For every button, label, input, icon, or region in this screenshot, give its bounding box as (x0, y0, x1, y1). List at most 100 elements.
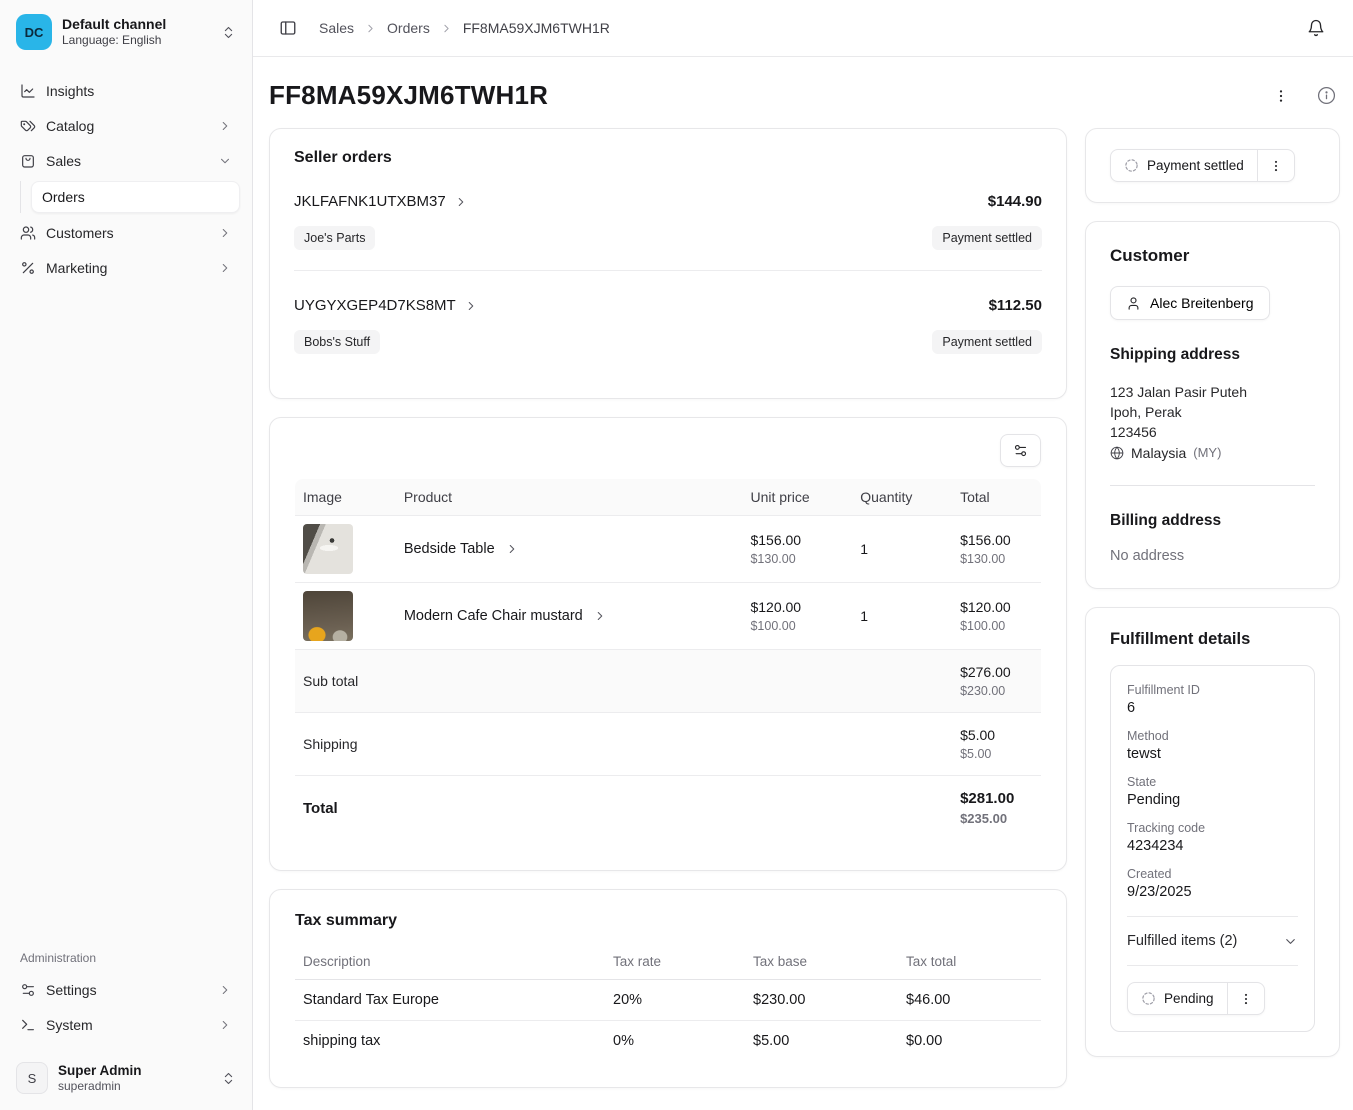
quantity-value: 1 (860, 541, 868, 557)
status-badge: Payment settled (932, 226, 1042, 250)
breadcrumb-orders[interactable]: Orders (387, 20, 430, 36)
dashed-circle-icon (1141, 991, 1156, 1006)
terminal-icon (20, 1017, 36, 1033)
fulfillment-field: Tracking code 4234234 (1127, 821, 1298, 854)
globe-icon (1110, 446, 1124, 460)
product-link[interactable]: Bedside Table (404, 541, 735, 557)
fulfillment-panel: Fulfillment ID 6 Method tewst State Pend… (1110, 665, 1315, 1032)
shipping-row: Shipping $5.00 $5.00 (295, 713, 1041, 776)
chevron-right-icon (218, 226, 232, 240)
bell-icon[interactable] (1307, 19, 1325, 37)
seller-order-total: $144.90 (988, 193, 1042, 210)
breadcrumb-sales[interactable]: Sales (319, 20, 354, 36)
table-row: Standard Tax Europe 20% $230.00 $46.00 (295, 980, 1041, 1021)
channel-switcher[interactable]: DC Default channel Language: English (12, 10, 240, 54)
fulfillment-state-button[interactable]: Pending (1128, 983, 1227, 1014)
sidebar-toggle-icon[interactable] (279, 19, 297, 37)
customer-name: Alec Breitenberg (1150, 295, 1254, 311)
seller-order-code: JKLFAFNK1UTXBM37 (294, 193, 446, 210)
tax-base: $5.00 (745, 1021, 898, 1061)
country-code: (MY) (1193, 443, 1221, 463)
customer-title: Customer (1110, 246, 1315, 266)
customer-link-button[interactable]: Alec Breitenberg (1110, 286, 1270, 320)
product-link[interactable]: Modern Cafe Chair mustard (404, 608, 735, 624)
info-icon[interactable] (1317, 86, 1336, 105)
tax-rate: 20% (605, 980, 745, 1021)
users-icon (20, 225, 36, 241)
sales-subnav: Orders (12, 181, 240, 213)
unit-price: $156.00 (750, 532, 844, 548)
sidebar-item-label: Catalog (46, 118, 208, 134)
chevron-right-icon (505, 542, 519, 556)
quantity-value: 1 (860, 608, 868, 624)
page-title: FF8MA59XJM6TWH1R (269, 80, 548, 111)
side-column: Payment settled Customer (1085, 128, 1340, 1057)
total-label: Total (303, 800, 338, 817)
country-name: Malaysia (1131, 443, 1186, 463)
shipping-address-title: Shipping address (1110, 346, 1315, 364)
column-header-description: Description (295, 944, 605, 980)
column-header-image: Image (295, 479, 396, 516)
subnav-guide-line (20, 181, 21, 213)
sidebar-item-label: Insights (46, 83, 232, 99)
shipping-address: 123 Jalan Pasir Puteh Ipoh, Perak 123456… (1110, 382, 1315, 463)
divider (1127, 916, 1298, 917)
status-badge: Payment settled (932, 330, 1042, 354)
user-menu[interactable]: S Super Admin superadmin (12, 1058, 240, 1098)
fulfilled-items-toggle[interactable]: Fulfilled items (2) (1127, 933, 1298, 949)
fulfillment-field: Created 9/23/2025 (1127, 867, 1298, 900)
chevron-down-icon (218, 154, 232, 168)
page-actions (1273, 86, 1336, 105)
more-vertical-icon[interactable] (1273, 88, 1289, 104)
administration-section-label: Administration (12, 951, 240, 965)
sidebar-item-sales[interactable]: Sales (12, 146, 240, 176)
address-line: 123456 (1110, 422, 1315, 442)
shipping-net: $5.00 (960, 747, 1033, 761)
sidebar-item-customers[interactable]: Customers (12, 218, 240, 248)
sliders-icon (20, 982, 36, 998)
seller-orders-card: Seller orders JKLFAFNK1UTXBM37 $144.90 (269, 128, 1067, 399)
address-line: 123 Jalan Pasir Puteh (1110, 382, 1315, 402)
fulfillment-state-label: Pending (1164, 991, 1214, 1006)
field-value: tewst (1127, 746, 1298, 762)
field-label: Fulfillment ID (1127, 683, 1298, 697)
table-header-row: Description Tax rate Tax base Tax total (295, 944, 1041, 980)
sidebar-item-settings[interactable]: Settings (12, 975, 240, 1005)
fulfillment-state-menu-button[interactable] (1227, 983, 1264, 1014)
chevron-right-icon (464, 299, 478, 313)
admin-nav: Settings System (12, 975, 240, 1040)
field-value: Pending (1127, 792, 1298, 808)
order-state-button[interactable]: Payment settled (1111, 150, 1257, 181)
order-state-menu-button[interactable] (1257, 150, 1294, 181)
tax-description: shipping tax (295, 1021, 605, 1061)
unit-price: $120.00 (750, 599, 844, 615)
order-state-label: Payment settled (1147, 158, 1244, 173)
sidebar-item-catalog[interactable]: Catalog (12, 111, 240, 141)
channel-name: Default channel (62, 16, 211, 34)
sidebar-item-orders-active[interactable]: Orders (31, 181, 240, 213)
fulfillment-field: Fulfillment ID 6 (1127, 683, 1298, 716)
table-row: shipping tax 0% $5.00 $0.00 (295, 1021, 1041, 1061)
topbar: Sales Orders FF8MA59XJM6TWH1R (253, 0, 1353, 57)
sidebar-item-system[interactable]: System (12, 1010, 240, 1040)
user-role: superadmin (58, 1079, 211, 1093)
chevron-right-icon (218, 1018, 232, 1032)
chevron-down-icon (1283, 934, 1298, 949)
fulfillment-title: Fulfillment details (1110, 630, 1315, 649)
percent-icon (20, 260, 36, 276)
tax-summary-table: Description Tax rate Tax base Tax total … (295, 944, 1041, 1061)
fulfillment-field: Method tewst (1127, 729, 1298, 762)
seller-order-link[interactable]: JKLFAFNK1UTXBM37 (294, 193, 468, 210)
table-row: Modern Cafe Chair mustard $120.00 $100.0… (295, 583, 1041, 650)
channel-language: Language: English (62, 33, 211, 48)
fulfillment-state-split-button: Pending (1127, 982, 1265, 1015)
chevron-right-icon (454, 195, 468, 209)
seller-order-link[interactable]: UYGYXGEP4D7KS8MT (294, 297, 478, 314)
sidebar-item-insights[interactable]: Insights (12, 76, 240, 106)
sliders-icon (1013, 443, 1028, 458)
sidebar-item-marketing[interactable]: Marketing (12, 253, 240, 283)
chevron-right-icon (218, 983, 232, 997)
table-settings-button[interactable] (1000, 434, 1041, 467)
sidebar-bottom: Administration Settings System S Super A… (12, 951, 240, 1098)
field-label: Method (1127, 729, 1298, 743)
